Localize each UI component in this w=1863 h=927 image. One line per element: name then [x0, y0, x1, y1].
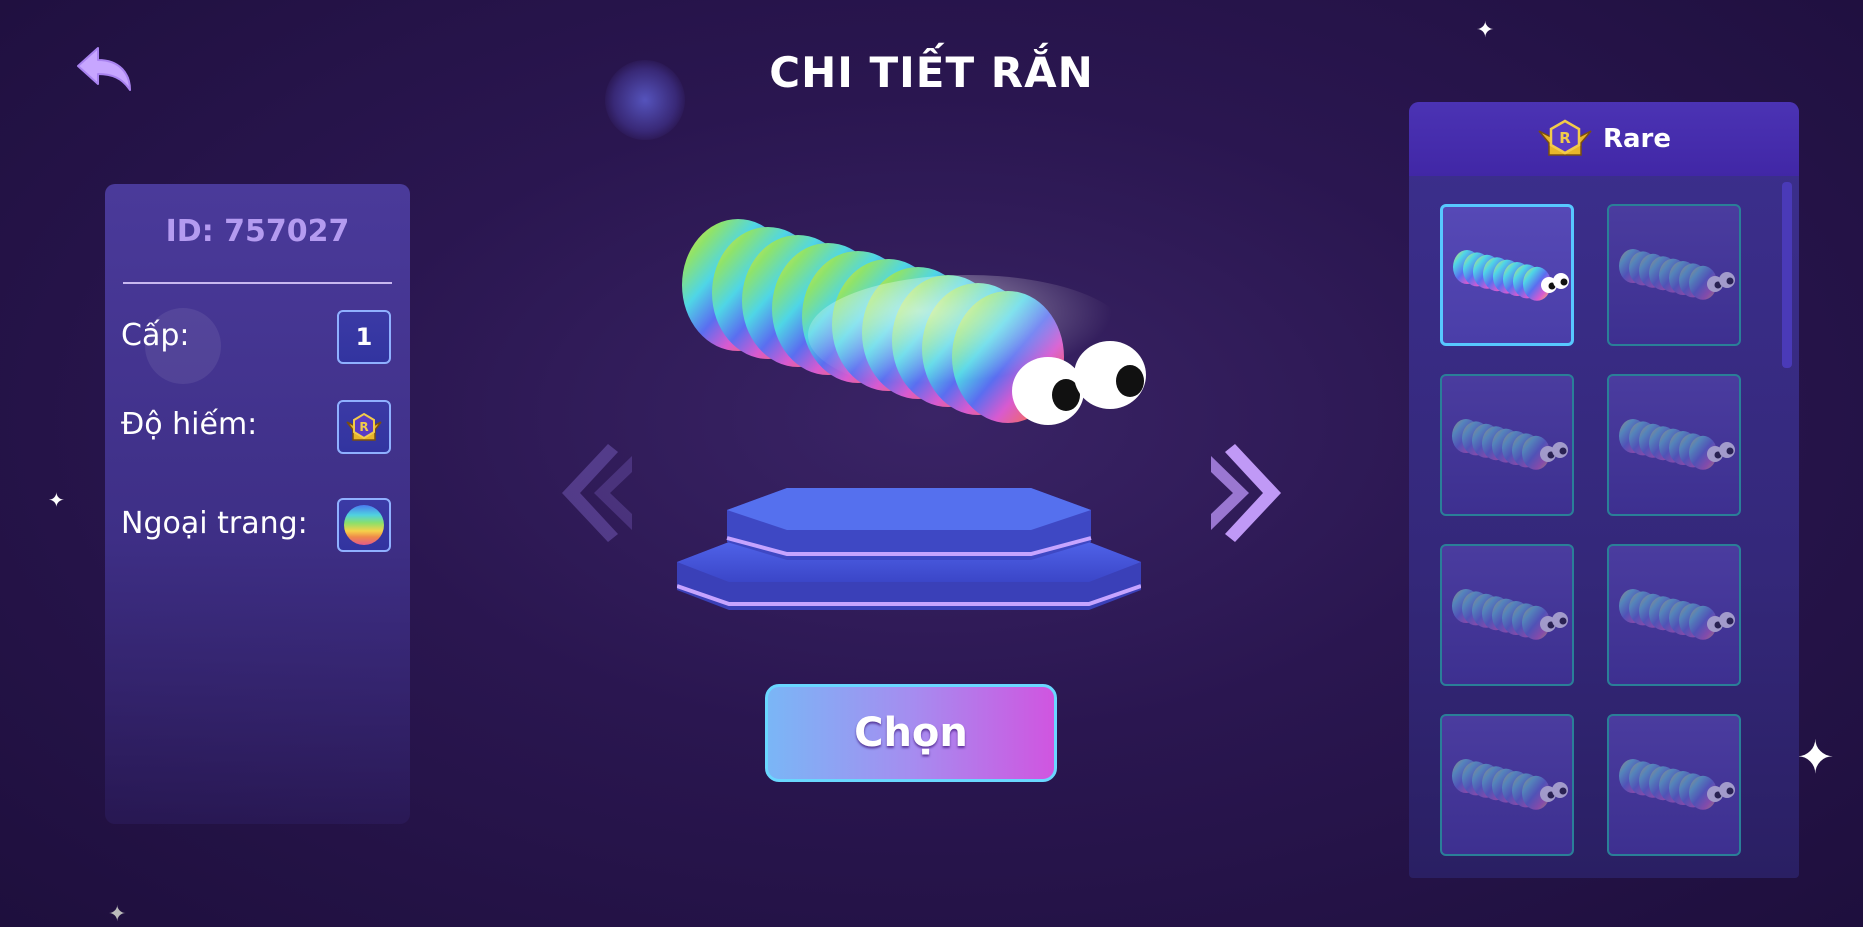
sparkle-icon: ✦ — [1796, 730, 1835, 784]
page-title: CHI TIẾT RẮN — [769, 48, 1094, 97]
skin-thumbnail — [1452, 589, 1568, 640]
skin-card[interactable] — [1440, 204, 1574, 346]
rare-badge-icon: R — [346, 412, 382, 441]
skin-card[interactable] — [1440, 374, 1574, 516]
svg-text:R: R — [359, 420, 368, 434]
rarity-label: Độ hiếm: — [121, 407, 258, 442]
skin-card[interactable] — [1440, 544, 1574, 686]
select-button-label: Chọn — [854, 710, 968, 756]
snake-preview — [682, 219, 1146, 425]
skin-category-header: R Rare — [1409, 102, 1799, 176]
chevron-right-icon — [1211, 444, 1281, 542]
skin-thumbnail — [1452, 759, 1568, 810]
skin-thumbnail — [1619, 759, 1735, 810]
skin-swatch-box — [337, 498, 391, 552]
skin-thumbnail — [1619, 419, 1735, 470]
sparkle-icon: ✦ — [48, 488, 65, 512]
level-value: 1 — [355, 323, 373, 351]
sparkle-icon: ✦ — [1476, 18, 1495, 43]
skin-label: Ngoại trang: — [121, 506, 308, 541]
skin-list-scrollbar[interactable] — [1782, 182, 1792, 368]
rarity-badge-box: R — [337, 400, 391, 454]
skin-card[interactable] — [1440, 714, 1574, 856]
snake-info-panel: ID: 757027 Cấp: 1 Độ hiếm: R Ngoại trang… — [105, 184, 410, 824]
touch-indicator — [145, 308, 221, 384]
skin-thumbnail — [1453, 250, 1569, 301]
select-snake-button[interactable]: Chọn — [765, 684, 1057, 782]
divider — [123, 282, 392, 284]
rainbow-skin-swatch — [344, 505, 384, 545]
skin-list-panel: R Rare — [1409, 102, 1799, 878]
display-pedestal — [677, 488, 1141, 610]
skin-card[interactable] — [1607, 374, 1741, 516]
chevron-left-icon — [562, 444, 632, 542]
skin-thumbnail — [1619, 249, 1735, 300]
skin-card[interactable] — [1607, 544, 1741, 686]
skin-card[interactable] — [1607, 714, 1741, 856]
skin-thumbnail — [1452, 419, 1568, 470]
rare-badge-icon: R — [1538, 119, 1592, 156]
skin-card[interactable] — [1607, 204, 1741, 346]
level-value-box: 1 — [337, 310, 391, 364]
previous-skin-button[interactable] — [548, 438, 638, 548]
skin-category-label: Rare — [1602, 124, 1672, 154]
snake-id: ID: 757027 — [165, 214, 350, 249]
sparkle-icon: ✦ — [108, 902, 127, 927]
next-skin-button[interactable] — [1205, 438, 1295, 548]
skin-thumbnail — [1619, 589, 1735, 640]
svg-text:R: R — [1559, 129, 1571, 147]
